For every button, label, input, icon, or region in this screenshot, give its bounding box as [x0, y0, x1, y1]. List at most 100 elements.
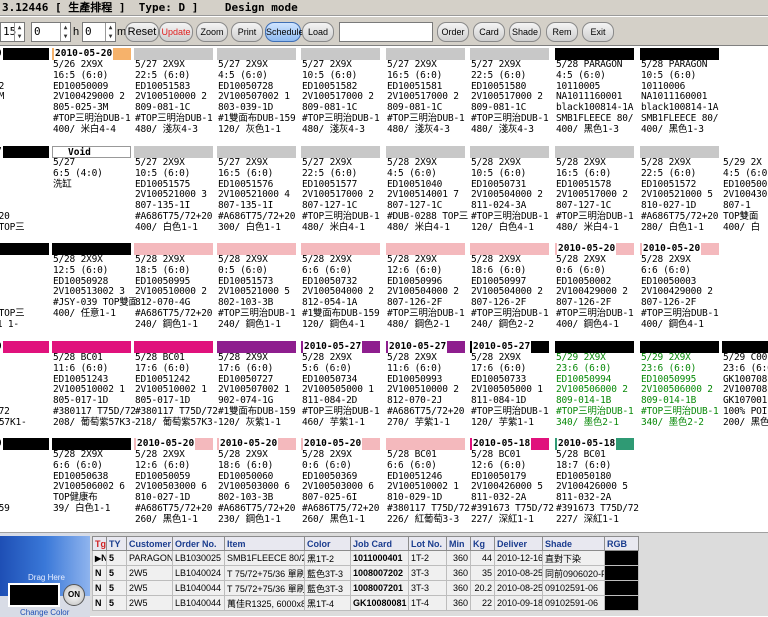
- schedule-card[interactable]: 5/28 2X9X 22:5 (6:0) ED10051572 2V100521000…: [640, 146, 724, 242]
- schedule-card[interactable]: 5/29 2X9X 23:6 (6:0) ED10050994 2V100506000…: [555, 341, 639, 437]
- color-picker-panel: Drag Here ON Change Color: [0, 533, 90, 617]
- card-details: -0)0008290002025-3M1-1青4-3: [0, 60, 54, 125]
- schedule-card[interactable]: 5/27 2X9X 16:5 (6:0) ED10051581 2V100517000…: [386, 48, 470, 144]
- field3-stepper[interactable]: 0 ▲ ▼: [82, 22, 116, 42]
- spinner-arrows-icon[interactable]: ▲ ▼: [14, 23, 24, 41]
- order-button[interactable]: Order: [437, 22, 469, 42]
- table-row[interactable]: N 5 2W5 LB1040044 T 75/72+75/36 單刷 藍色3T-3 1008…: [92, 580, 639, 596]
- schedule-card[interactable]: 5/28 2X9X 12:6 (6:0) ED10050996 2V100504000…: [386, 243, 470, 339]
- schedule-card[interactable]: 5/28 2X9X 12:5 (6:0) ED10050928 2V100513002…: [52, 243, 136, 339]
- column-header[interactable]: Lot No.: [408, 536, 447, 551]
- schedule-card[interactable]: 5/27 2X9X 4:5 (6:0) ED10050728 2V100507002 …: [217, 48, 301, 144]
- schedule-card[interactable]: 5/27 2X9X 10:5 (6:0) ED10051575 2V100521000…: [134, 146, 218, 242]
- column-header[interactable]: Color: [304, 536, 351, 551]
- schedule-card[interactable]: 5/28 2X9X 0:5 (6:0) ED10051573 2V100521000 …: [217, 243, 301, 339]
- schedule-card[interactable]: 5/28 BC01 6:6 (6:0) ED10051246 2V100510002 …: [386, 438, 470, 532]
- schedule-card[interactable]: 2010-05-27 5/28 2X9X 11:6 (6:0) ED10050993 2…: [386, 341, 470, 437]
- schedule-card[interactable]: 5/28 BC01 17:6 (6:0) ED10051242 2V100510002…: [134, 341, 218, 437]
- card-line: 480/ 米白4-1: [387, 221, 450, 233]
- schedule-card[interactable]: 5/28 2X9X 18:5 (6:0) ED10050995 2V100510000…: [134, 243, 218, 339]
- column-header[interactable]: Order No.: [172, 536, 225, 551]
- table-row[interactable]: ▶N5PARAGONLB1030025SMB1FLEECE 80/20黑1T-2…: [92, 550, 639, 566]
- reset-button[interactable]: Reset: [125, 22, 159, 42]
- schedule-card[interactable]: 5/28 PARAGON 10:5 (6:0) 10110006 NA10111600…: [640, 48, 724, 144]
- column-header[interactable]: Kg: [470, 536, 495, 551]
- schedule-card[interactable]: 5/28 PARAGON 4:5 (6:0) 10110005 NA101116000…: [555, 48, 639, 144]
- schedule-card[interactable]: 5/29 2X9X 23:6 (6:0) ED10050995 2V100506000…: [640, 341, 724, 437]
- schedule-card[interactable]: 5/27 2X9X 16:5 (6:0) ED10051576 2V100521000…: [217, 146, 301, 242]
- schedule-card[interactable]: 5/27 2X9X 22:5 (6:0) ED10051583 2V100510000…: [134, 48, 218, 144]
- schedule-card[interactable]: 5/29 2X 4:5 (6:0 ED100500 2V100430 807-1 TOP雙…: [722, 146, 768, 242]
- schedule-card[interactable]: 05-202X9X6:0)0730100024-3HDUB-1591-1: [0, 438, 54, 532]
- card-line: 025-3M: [0, 91, 5, 103]
- schedule-card[interactable]: 5/28 2X9X 6:6 (6:0) ED10050638 2V100506002 …: [52, 438, 136, 532]
- schedule-card[interactable]: 5/27 2X9X 10:5 (6:0) ED10051582 2V100517000…: [301, 48, 385, 144]
- schedule-card[interactable]: 2010-05-27 5/28 2X9X 5:6 (6:0) ED10050734 2V…: [301, 341, 385, 437]
- card-line: 400/ 白色1-1: [135, 221, 198, 233]
- column-header[interactable]: Job Card: [350, 536, 409, 551]
- schedule-card[interactable]: 5/28 2X9X 10:5 (6:0) ED10050731 2V100504000…: [470, 146, 554, 242]
- card-line: 16:5 (6:0): [387, 69, 443, 81]
- column-header[interactable]: Tg: [92, 536, 107, 551]
- schedule-card[interactable]: Void 5/27 6:5 (4:0) 洗缸: [52, 146, 136, 242]
- field2-value: 0: [34, 25, 41, 38]
- schedule-card[interactable]: 2010-05-20 5/28 2X9X 6:6 (6:0) ED10050003 2V…: [640, 243, 724, 339]
- schedule-card[interactable]: 5/28 2X9X 6:6 (6:0) ED10050732 2V100504000 …: [301, 243, 385, 339]
- table-cell: LB1040044: [172, 595, 225, 611]
- on-toggle-button[interactable]: ON: [63, 584, 85, 606]
- schedule-card[interactable]: 2X9X6:0)1571100020-1E0295 TOP三意20w1 1-: [0, 243, 54, 339]
- schedule-card[interactable]: 5/29 C00 23:6 (6:0 GK100708 2V100708 GK10700…: [722, 341, 768, 437]
- exit-button[interactable]: Exit: [582, 22, 614, 42]
- schedule-card[interactable]: 2010-05-20 5/28 2X9X 12:6 (6:0) ED10050059 2…: [134, 438, 218, 532]
- update-button[interactable]: Update: [159, 22, 193, 42]
- zoom-button[interactable]: Zoom: [196, 22, 228, 42]
- schedule-button[interactable]: Schedule: [265, 22, 304, 42]
- schedule-card[interactable]: 5/28 2X9X 18:6 (6:0) ED10050997 2V100504000…: [470, 243, 554, 339]
- schedule-card[interactable]: 05-20BC016:0)0793100020-17ET75D/72葡萄紫57K…: [0, 341, 54, 437]
- table-cell: 22: [470, 595, 495, 611]
- spinner-arrows-icon[interactable]: ▲ ▼: [105, 23, 115, 41]
- card-color-bar: Void: [52, 146, 131, 158]
- color-swatch[interactable]: [8, 583, 60, 607]
- card-color-bar: [722, 146, 768, 158]
- schedule-card[interactable]: 2010-05-20 5/28 2X9X 0:6 (6:0) ED10050369 2V…: [301, 438, 385, 532]
- schedule-card[interactable]: 2010-05-20 5/28 2X9X 18:6 (6:0) ED10050060 2…: [217, 438, 301, 532]
- schedule-card[interactable]: 2010-05-18 5/28 BC01 18:7 (6:0) ED10050180 2…: [555, 438, 639, 532]
- field2-stepper[interactable]: 0 ▲ ▼: [31, 22, 71, 42]
- table-row[interactable]: N 5 2W5 LB1040024 T 75/72+75/36 單刷 藍色3T-3 1008…: [92, 565, 639, 581]
- print-button[interactable]: Print: [231, 22, 263, 42]
- search-input[interactable]: [339, 22, 433, 42]
- rem-button[interactable]: Rem: [546, 22, 578, 42]
- schedule-card[interactable]: 05-272X9X6:0)0992100020-1E5/T2+200295 TO…: [0, 146, 54, 242]
- schedule-card[interactable]: 5/27 2X9X 22:5 (6:0) ED10051580 2V100517000…: [470, 48, 554, 144]
- column-header[interactable]: TY: [106, 536, 127, 551]
- schedule-card[interactable]: 5/28 BC01 11:6 (6:0) ED10051243 2V100510002…: [52, 341, 136, 437]
- schedule-card[interactable]: 2010-05-27 5/28 2X9X 17:6 (6:0) ED10050733 2…: [470, 341, 554, 437]
- spinner-arrows-icon[interactable]: ▲ ▼: [60, 23, 70, 41]
- card-button[interactable]: Card: [473, 22, 505, 42]
- schedule-card[interactable]: 2010-05-20 5/26 2X9X 16:5 (6:0) ED10050009 2…: [52, 48, 136, 144]
- column-header[interactable]: Shade: [542, 536, 605, 551]
- schedule-card[interactable]: 5/28 2X9X 4:5 (6:0) ED10051040 2V100514001 …: [386, 146, 470, 242]
- column-header[interactable]: Min: [446, 536, 471, 551]
- schedule-card[interactable]: 2010-05-20 5/28 2X9X 0:6 (6:0) ED10050002 2V…: [555, 243, 639, 339]
- column-header[interactable]: Deliver: [494, 536, 543, 551]
- card-details: 5/27 2X9X 16:5 (6:0) ED10051576 2V100521000…: [217, 157, 301, 234]
- shade-button[interactable]: Shade: [509, 22, 541, 42]
- schedule-card[interactable]: 5/27 2X9X 22:5 (6:0) ED10051577 2V100517000…: [301, 146, 385, 242]
- column-header[interactable]: Item: [224, 536, 305, 551]
- card-details: 5/28 2X9X 12:5 (6:0) ED10050928 2V100513002…: [52, 254, 136, 320]
- toolbar: 15 ▲ ▼ 0 ▲ ▼ h 0 ▲ ▼ m Reset Update Zoom Pr…: [0, 17, 768, 46]
- table-cell: LB1040044: [172, 580, 225, 596]
- column-header[interactable]: Customer: [126, 536, 173, 551]
- card-line: 10002: [0, 190, 54, 201]
- card-color-bar: 2010-05-18: [555, 438, 634, 450]
- field1-stepper[interactable]: 15 ▲ ▼: [0, 22, 25, 42]
- table-row[interactable]: N 5 2W5 LB1040044 萬佳R1325, 6000x8 黑1T-4 GK1008…: [92, 595, 639, 611]
- load-button[interactable]: Load: [302, 22, 334, 42]
- column-header[interactable]: RGB: [604, 536, 639, 551]
- schedule-card[interactable]: 5/28 2X9X 16:5 (6:0) ED10051578 2V100517000…: [555, 146, 639, 242]
- schedule-card[interactable]: 5/28 2X9X 17:6 (6:0) ED10050727 2V100507002…: [217, 341, 301, 437]
- schedule-card[interactable]: 05-20-0)0008290002025-3M1-1青4-3: [0, 48, 54, 144]
- schedule-card[interactable]: 2010-05-18 5/28 BC01 12:6 (6:0) ED10050179 2…: [470, 438, 554, 532]
